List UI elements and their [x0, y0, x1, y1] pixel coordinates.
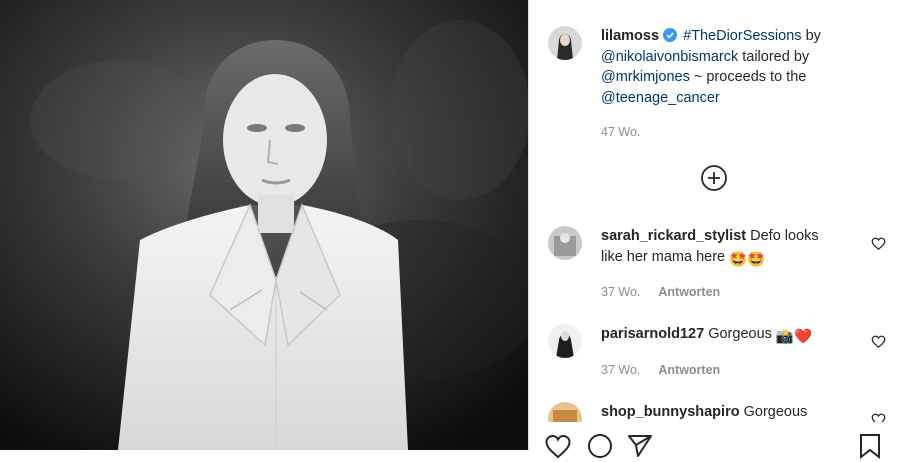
panel-divider	[528, 0, 529, 450]
comment-body: shop_bunnyshapiro Gorgeous	[601, 402, 841, 422]
mention-mrkimjones[interactable]: @mrkimjones	[601, 69, 690, 85]
instagram-post-view: lilamoss #TheDiorSessions by @nikolaivon…	[0, 0, 900, 460]
commenter-username[interactable]: sarah_rickard_stylist	[601, 228, 746, 244]
author-username[interactable]: lilamoss	[601, 28, 659, 44]
like-heart-icon[interactable]	[544, 432, 572, 460]
comment-body: parisarnold127 Gorgeous 📸❤️ 37 Wo. Antwo…	[601, 324, 841, 380]
comment-emojis: 🤩🤩	[729, 251, 766, 268]
comment-time[interactable]: 37 Wo.	[601, 282, 640, 303]
commenter-username[interactable]: parisarnold127	[601, 326, 704, 342]
photo-portrait	[0, 0, 528, 450]
post-photo[interactable]	[0, 0, 528, 450]
heart-icon[interactable]	[871, 334, 886, 349]
mention-teenage-cancer[interactable]: @teenage_cancer	[601, 90, 720, 106]
hashtag-link[interactable]: #TheDiorSessions	[683, 28, 801, 44]
commenter-avatar[interactable]	[548, 324, 582, 358]
post-caption: lilamoss #TheDiorSessions by @nikolaivon…	[548, 26, 888, 143]
mention-nikolaivonbismarck[interactable]: @nikolaivonbismarck	[601, 49, 738, 65]
author-avatar[interactable]	[548, 26, 582, 60]
load-more-plus-icon[interactable]	[700, 164, 728, 192]
post-time[interactable]: 47 Wo.	[601, 122, 888, 143]
heart-icon[interactable]	[871, 412, 886, 422]
caption-text: lilamoss #TheDiorSessions by @nikolaivon…	[601, 26, 888, 143]
comment-emojis: 📸❤️	[775, 329, 813, 345]
comment-item: parisarnold127 Gorgeous 📸❤️ 37 Wo. Antwo…	[548, 324, 888, 380]
commenter-username[interactable]: shop_bunnyshapiro	[601, 404, 740, 420]
comment-time[interactable]: 37 Wo.	[601, 360, 640, 381]
comment-item: sarah_rickard_stylist Defo looks like he…	[548, 226, 888, 303]
comment-item: shop_bunnyshapiro Gorgeous	[548, 402, 888, 422]
comment-text: Gorgeous	[708, 326, 772, 342]
caption-part-5: ~ proceeds to the	[689, 69, 807, 85]
bookmark-icon[interactable]	[856, 432, 884, 460]
post-side-panel: lilamoss #TheDiorSessions by @nikolaivon…	[528, 0, 900, 460]
caption-part-1: by	[801, 28, 821, 44]
comment-icon[interactable]	[586, 432, 614, 460]
heart-icon[interactable]	[871, 236, 886, 251]
post-action-bar	[544, 432, 884, 462]
commenter-avatar[interactable]	[548, 226, 582, 260]
share-icon[interactable]	[626, 432, 654, 460]
reply-button[interactable]: Antworten	[658, 360, 720, 381]
commenter-avatar[interactable]	[548, 402, 582, 422]
caption-part-3: tailored by	[738, 48, 810, 65]
comment-text: Gorgeous	[743, 404, 808, 420]
reply-button[interactable]: Antworten	[658, 282, 720, 303]
comment-body: sarah_rickard_stylist Defo looks like he…	[601, 226, 841, 303]
verified-badge-icon	[663, 28, 678, 42]
